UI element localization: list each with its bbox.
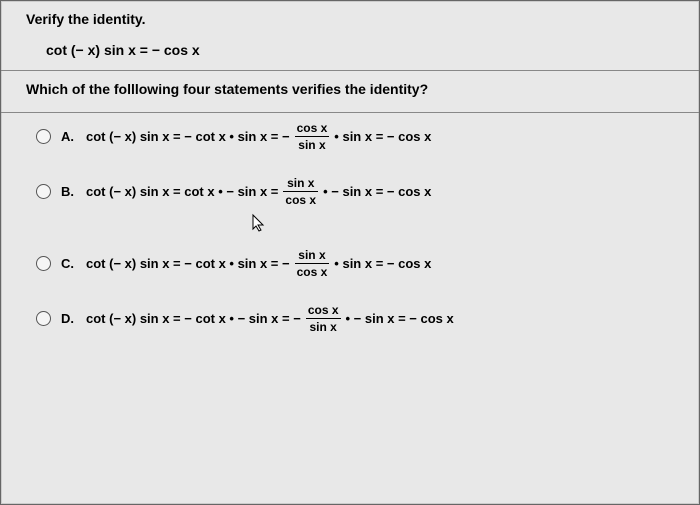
option-c-letter: C. [61,256,74,271]
prompt-text: Verify the identity. [1,1,699,37]
option-a-math: cot (− x) sin x = − cot x • sin x = − co… [84,121,433,152]
radio-c[interactable] [36,256,51,271]
radio-b[interactable] [36,184,51,199]
question-panel: Verify the identity. cot (− x) sin x = −… [0,0,700,505]
identity-equation: cot (− x) sin x = − cos x [1,37,699,70]
fraction: sin x cos x [295,248,330,279]
option-d-math: cot (− x) sin x = − cot x • − sin x = − … [84,303,456,334]
sub-prompt-section: Which of the folllowing four statements … [1,71,699,113]
option-d-letter: D. [61,311,74,326]
radio-d[interactable] [36,311,51,326]
option-b-letter: B. [61,184,74,199]
option-b[interactable]: B. cot (− x) sin x = cot x • − sin x = s… [36,176,674,207]
options-group: A. cot (− x) sin x = − cot x • sin x = −… [1,113,699,368]
prompt-section: Verify the identity. cot (− x) sin x = −… [1,1,699,71]
option-c[interactable]: C. cot (− x) sin x = − cot x • sin x = −… [36,248,674,279]
option-b-math: cot (− x) sin x = cot x • − sin x = sin … [84,176,433,207]
fraction: sin x cos x [283,176,318,207]
option-a-letter: A. [61,129,74,144]
sub-prompt-text: Which of the folllowing four statements … [1,71,699,112]
option-c-math: cot (− x) sin x = − cot x • sin x = − si… [84,248,433,279]
option-d[interactable]: D. cot (− x) sin x = − cot x • − sin x =… [36,303,674,334]
window: Verify the identity. cot (− x) sin x = −… [0,0,700,505]
fraction: cos x sin x [306,303,341,334]
radio-a[interactable] [36,129,51,144]
option-a[interactable]: A. cot (− x) sin x = − cot x • sin x = −… [36,121,674,152]
fraction: cos x sin x [295,121,330,152]
cursor-icon [251,213,266,233]
